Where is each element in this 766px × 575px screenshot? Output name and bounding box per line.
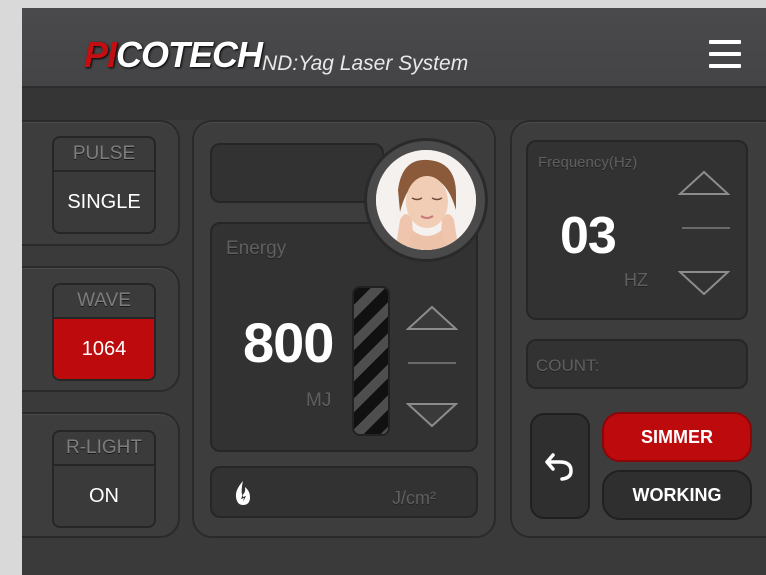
simmer-button[interactable]: SIMMER xyxy=(602,412,752,462)
logo-red-part: PI xyxy=(84,34,117,75)
rlight-value: ON xyxy=(54,466,154,526)
menu-line xyxy=(709,40,741,44)
fluence-unit: J/cm² xyxy=(392,488,436,508)
energy-unit: MJ xyxy=(306,390,332,411)
frequency-label: Frequency(Hz) xyxy=(538,154,638,171)
frequency-value: 03 xyxy=(560,207,617,265)
hamburger-menu-icon[interactable] xyxy=(709,40,741,68)
wave-selector[interactable]: WAVE 1064 xyxy=(52,283,156,381)
menu-line xyxy=(709,64,741,68)
flame-icon xyxy=(235,481,250,505)
frequency-up-arrow-icon[interactable] xyxy=(678,168,730,196)
face-photo-image xyxy=(376,150,476,250)
wave-value: 1064 xyxy=(54,319,154,379)
working-button[interactable]: WORKING xyxy=(602,470,752,520)
energy-up-arrow-icon[interactable] xyxy=(406,303,458,331)
frequency-divider xyxy=(682,227,730,229)
wave-label: WAVE xyxy=(54,285,154,319)
energy-label: Energy xyxy=(226,238,287,259)
face-illustration xyxy=(376,150,476,250)
pulse-value: SINGLE xyxy=(54,172,154,232)
menu-line xyxy=(709,52,741,56)
rlight-selector[interactable]: R-LIGHT ON xyxy=(52,430,156,528)
energy-divider xyxy=(408,362,456,364)
energy-down-arrow-icon[interactable] xyxy=(406,402,458,430)
undo-arrow-icon xyxy=(545,453,573,481)
brand-logo: PICOTECH xyxy=(84,34,263,76)
energy-value: 800 xyxy=(243,311,334,374)
rlight-label: R-LIGHT xyxy=(54,432,154,466)
face-photo xyxy=(364,138,488,262)
system-subtitle: ND:Yag Laser System xyxy=(262,52,469,75)
pulse-selector[interactable]: PULSE SINGLE xyxy=(52,136,156,234)
photo-bar xyxy=(210,143,384,203)
pulse-label: PULSE xyxy=(54,138,154,172)
sub-bar xyxy=(22,86,766,120)
top-bar: PICOTECH ND:Yag Laser System xyxy=(22,8,766,86)
frequency-unit: HZ xyxy=(624,270,648,290)
count-label: COUNT: xyxy=(536,356,600,375)
laser-control-screen: PICOTECH ND:Yag Laser System PULSE SINGL… xyxy=(22,8,766,575)
energy-level-bar xyxy=(352,286,390,436)
frequency-down-arrow-icon[interactable] xyxy=(678,270,730,298)
logo-white-part: COTECH xyxy=(116,34,263,75)
back-button[interactable] xyxy=(530,413,590,519)
